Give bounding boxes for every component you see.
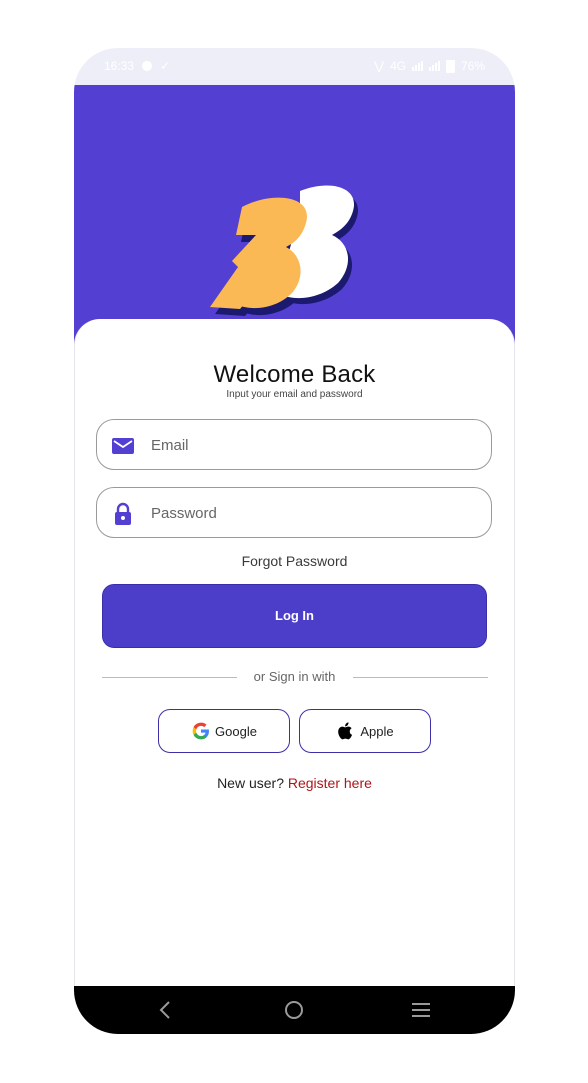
- google-signin-button[interactable]: Google: [158, 709, 290, 753]
- phone-screen: 16:33 ✓ ⋁ 4G 76% Welcome Back Input your…: [74, 48, 515, 1034]
- email-field[interactable]: [96, 419, 492, 470]
- check-icon: ✓: [160, 59, 171, 73]
- register-link[interactable]: Register here: [288, 775, 372, 791]
- login-card: Welcome Back Input your email and passwo…: [74, 319, 515, 989]
- forgot-password-link[interactable]: Forgot Password: [75, 553, 514, 569]
- apple-label: Apple: [360, 723, 394, 739]
- status-bar: 16:33 ✓ ⋁ 4G 76%: [74, 48, 515, 85]
- apple-logo-icon: [338, 722, 353, 740]
- lock-icon: [115, 502, 131, 525]
- network-type: 4G: [389, 59, 406, 73]
- hero-banner: [74, 85, 515, 345]
- envelope-icon: [112, 438, 134, 454]
- divider-text: or Sign in with: [253, 669, 336, 684]
- messenger-icon: [142, 61, 153, 71]
- new-user-text: New user?: [217, 775, 284, 791]
- battery-icon: [445, 59, 455, 73]
- menu-icon[interactable]: [409, 998, 433, 1022]
- signal-icon: [411, 61, 423, 71]
- battery-level: 76%: [460, 59, 485, 73]
- page-subtitle: Input your email and password: [226, 389, 363, 400]
- login-button[interactable]: Log In: [102, 584, 487, 648]
- register-line: New user? Register here: [75, 775, 514, 791]
- hotspot-icon: ⋁: [374, 59, 384, 73]
- google-g-icon: [192, 722, 210, 740]
- back-icon[interactable]: [154, 998, 178, 1022]
- signal-icon-2: [428, 61, 440, 71]
- google-label: Google: [215, 723, 257, 739]
- navigation-bar: [74, 986, 515, 1034]
- password-input[interactable]: [149, 488, 473, 538]
- app-logo: [210, 185, 359, 316]
- password-field[interactable]: [96, 487, 492, 538]
- apple-signin-button[interactable]: Apple: [299, 709, 431, 753]
- email-input[interactable]: [149, 420, 473, 470]
- home-icon[interactable]: [282, 998, 306, 1022]
- status-time: 16:33: [104, 59, 135, 73]
- page-title: Welcome Back: [213, 361, 376, 388]
